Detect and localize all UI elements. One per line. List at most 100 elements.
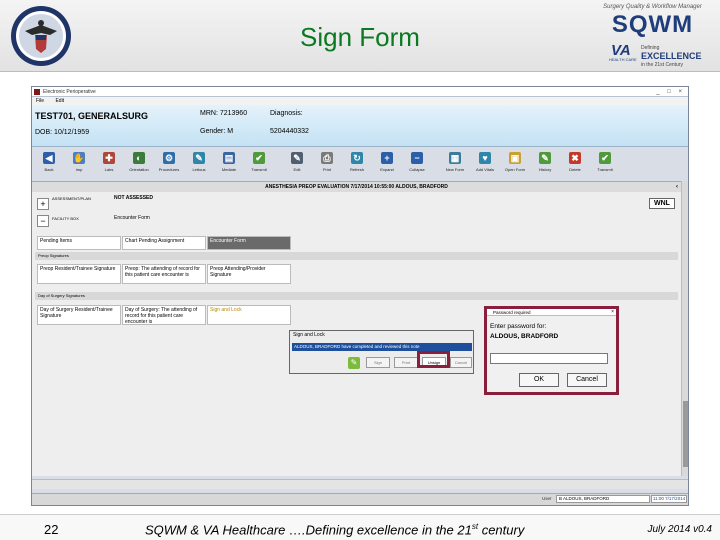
preop-attending-record-cell[interactable]: Preop: The attending of record for this … bbox=[122, 264, 206, 284]
dos-attending-record-cell[interactable]: Day of Surgery: The attending of record … bbox=[122, 305, 206, 325]
logo-name: SQWM bbox=[611, 11, 694, 38]
wnl-button[interactable]: WNL bbox=[649, 198, 675, 209]
toolbar-label: History bbox=[538, 167, 552, 172]
menu-file[interactable]: File bbox=[36, 98, 44, 104]
vertical-scrollbar[interactable] bbox=[681, 181, 688, 476]
logo-century: in the 21st Century bbox=[641, 62, 683, 68]
collapse-icon: − bbox=[411, 152, 423, 164]
expand-icon: + bbox=[381, 152, 393, 164]
facility-label: FACILITY BOX bbox=[52, 216, 79, 221]
pending-items-cell[interactable]: Pending Items bbox=[37, 236, 121, 250]
chart-pending-cell[interactable]: Chart Pending Assignment bbox=[122, 236, 206, 250]
pen-icon[interactable]: ✎ bbox=[348, 357, 360, 369]
add-vitals-icon: ♥ bbox=[479, 152, 491, 164]
toolbar-label: Procedures bbox=[158, 167, 180, 172]
delete-icon: ✖ bbox=[569, 152, 581, 164]
preop-resident-signature-cell[interactable]: Preop Resident/Trainee Signature bbox=[37, 264, 121, 284]
toolbar-label: Transmit bbox=[597, 167, 613, 172]
menu-edit[interactable]: Edit bbox=[55, 98, 64, 104]
imp-icon: ✋ bbox=[73, 152, 85, 164]
lettous-icon: ✎ bbox=[193, 152, 205, 164]
toolbar-edit-button[interactable]: ✎ Edit bbox=[283, 149, 311, 177]
toolbar-delete-button[interactable]: ✖ Delete bbox=[561, 149, 589, 177]
back-icon: ◀ bbox=[43, 152, 55, 164]
patient-banner: TEST701, GENERALSURG DOB: 10/12/1959 MRN… bbox=[32, 105, 688, 147]
toolbar-add-vitals-button[interactable]: ♥ Add Vitals bbox=[471, 149, 499, 177]
form-header: ANESTHESIA PREOP EVALUATION 7/17/2014 10… bbox=[32, 182, 681, 192]
new-form-icon: ▦ bbox=[449, 152, 461, 164]
toolbar-lettous-button[interactable]: ✎ Lettous bbox=[185, 149, 213, 177]
toolbar-label: Mediate bbox=[221, 167, 237, 172]
cancel-button[interactable]: Cancel bbox=[567, 373, 607, 387]
menubar: File Edit bbox=[32, 97, 688, 105]
logo-va-sub: HEALTH CARE bbox=[609, 57, 637, 62]
toolbar-separator bbox=[433, 149, 439, 179]
toolbar-print-button[interactable]: ⎙ Print bbox=[313, 149, 341, 177]
toolbar-imp-button[interactable]: ✋ Imp bbox=[65, 149, 93, 177]
patient-mrn: MRN: 7213960 bbox=[200, 110, 248, 117]
collapse-section-button[interactable]: − bbox=[37, 215, 49, 227]
window-controls[interactable]: _ □ × bbox=[656, 87, 685, 97]
encounter-form-cell[interactable]: Encounter Form bbox=[207, 236, 291, 250]
footer-text-main: SQWM & VA Healthcare ….Defining excellen… bbox=[145, 522, 472, 538]
footer-text-end: century bbox=[478, 522, 525, 538]
dos-resident-signature-cell[interactable]: Day of Surgery Resident/Trainee Signatur… bbox=[37, 305, 121, 325]
patient-gender: Gender: M bbox=[200, 128, 234, 135]
toolbar-label: Orientation bbox=[129, 167, 149, 172]
toolbar-new-form-button[interactable]: ▦ New Form bbox=[441, 149, 469, 177]
toolbar-transmit-button[interactable]: ✔ Transmit bbox=[591, 149, 619, 177]
password-input[interactable] bbox=[490, 353, 608, 364]
sign-and-lock-cell[interactable]: Sign and Lock bbox=[207, 305, 291, 325]
toolbar-label: Print bbox=[322, 167, 332, 172]
toolbar-mediate-button[interactable]: ▤ Mediate bbox=[215, 149, 243, 177]
toolbar-label: Add Vitals bbox=[476, 167, 494, 172]
transmit-icon: ✔ bbox=[599, 152, 611, 164]
toolbar-refresh-button[interactable]: ↻ Refresh bbox=[343, 149, 371, 177]
toolbar-label: Back bbox=[44, 167, 54, 172]
print-icon: ⎙ bbox=[321, 152, 333, 164]
toolbar-orientation-button[interactable]: ◐ Orientation bbox=[125, 149, 153, 177]
patient-diagnosis-code: 5204440332 bbox=[270, 128, 309, 135]
vertical-scroll-thumb[interactable] bbox=[683, 401, 688, 467]
toolbar-open-form-button[interactable]: ▣ Open Form bbox=[501, 149, 529, 177]
horizontal-scrollbar[interactable] bbox=[32, 479, 688, 489]
expand-section-button[interactable]: + bbox=[37, 198, 49, 210]
form-header-title: ANESTHESIA PREOP EVALUATION 7/17/2014 10… bbox=[265, 184, 448, 190]
transmit-icon: ✔ bbox=[253, 152, 265, 164]
footer-text: SQWM & VA Healthcare ….Defining excellen… bbox=[145, 522, 524, 537]
toolbar-label: New Form bbox=[445, 167, 465, 172]
toolbar-transmit-button[interactable]: ✔ Transmit bbox=[245, 149, 273, 177]
toolbar-label: Collapse bbox=[409, 167, 425, 172]
toolbar-label: Imp bbox=[75, 167, 83, 172]
edit-icon: ✎ bbox=[291, 152, 303, 164]
sign-button[interactable]: Sign bbox=[366, 357, 390, 368]
password-user: ALDOUS, BRADFORD bbox=[490, 333, 559, 340]
assessment-value: NOT ASSESSED bbox=[114, 195, 153, 201]
toolbar: ◀ Back ✋ Imp ✚ Labs ◐ Orientation ⚙ Procedures ✎ Le… bbox=[32, 149, 688, 179]
labs-icon: ✚ bbox=[103, 152, 115, 164]
toolbar-label: Open Form bbox=[504, 167, 526, 172]
preop-attending-signature-cell[interactable]: Preop Attending/Provider Signature bbox=[207, 264, 291, 284]
facility-value: Encounter Form bbox=[114, 215, 150, 221]
sign-lock-message: ALDOUS, BRADFORD have completed and revi… bbox=[292, 343, 472, 351]
close-icon[interactable]: × bbox=[611, 309, 614, 316]
dos-signatures-section: Day of Surgery Signatures bbox=[35, 292, 678, 300]
patient-diagnosis-label: Diagnosis: bbox=[270, 110, 303, 117]
status-bar: User B ALDOUS, BRADFORD 11:00 7/17/2014 bbox=[32, 493, 688, 505]
ok-button[interactable]: OK bbox=[519, 373, 559, 387]
slide-footer: 22 SQWM & VA Healthcare ….Defining excel… bbox=[0, 514, 720, 540]
toolbar-labs-button[interactable]: ✚ Labs bbox=[95, 149, 123, 177]
toolbar-procedures-button[interactable]: ⚙ Procedures bbox=[155, 149, 183, 177]
toolbar-history-button[interactable]: ✎ History bbox=[531, 149, 559, 177]
app-icon bbox=[34, 89, 40, 95]
app-window: Electronic Perioperative _ □ × File Edit… bbox=[31, 86, 689, 506]
toolbar-collapse-button[interactable]: − Collapse bbox=[403, 149, 431, 177]
form-scroll-icon[interactable]: ‹ bbox=[676, 182, 678, 192]
toolbar-back-button[interactable]: ◀ Back bbox=[35, 149, 63, 177]
procedures-icon: ⚙ bbox=[163, 152, 175, 164]
print-button[interactable]: Print bbox=[394, 357, 418, 368]
cancel-sign-button[interactable]: Cancel bbox=[450, 357, 472, 368]
toolbar-expand-button[interactable]: + Expand bbox=[373, 149, 401, 177]
history-icon: ✎ bbox=[539, 152, 551, 164]
unsign-highlight-box bbox=[417, 351, 450, 368]
